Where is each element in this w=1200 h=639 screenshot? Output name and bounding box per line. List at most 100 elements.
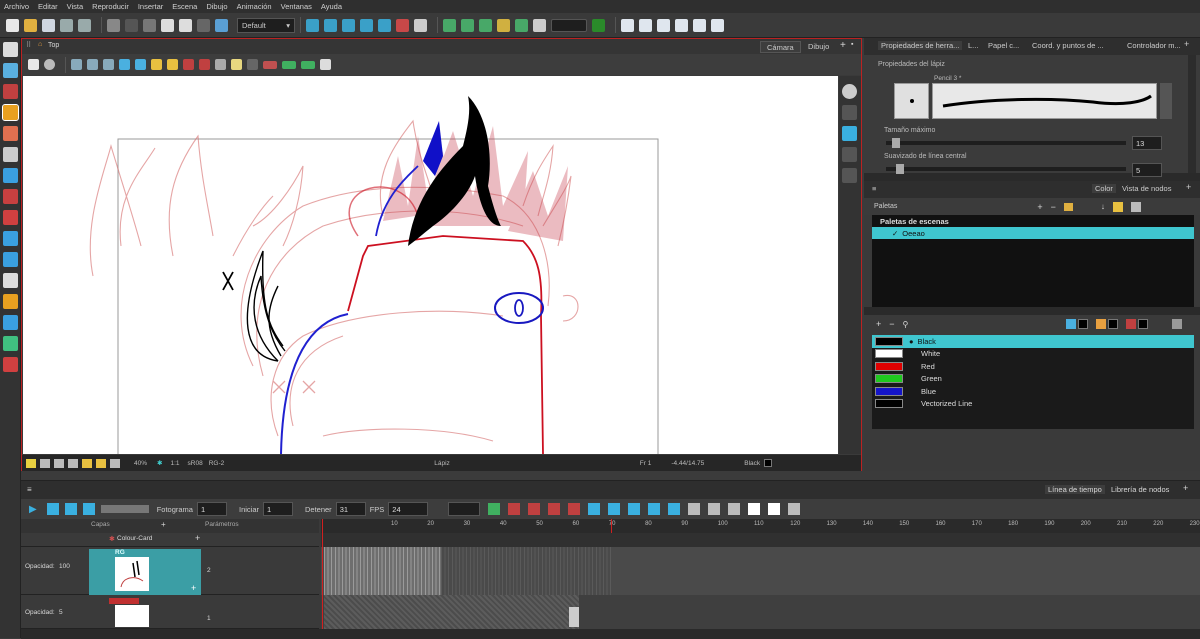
workspace-dropdown[interactable]: Default ▾ (237, 17, 295, 33)
brush-tip-preview[interactable] (894, 83, 929, 119)
deform-icon[interactable] (639, 18, 652, 32)
layer-stack-icon[interactable] (842, 168, 857, 183)
menu-ayuda[interactable]: Ayuda (321, 2, 342, 11)
line-style-dropdown[interactable] (448, 502, 481, 516)
add-icon[interactable]: + (195, 533, 200, 543)
select-tool-icon[interactable] (3, 42, 18, 57)
deform-icon[interactable] (693, 18, 706, 32)
text-tool-icon[interactable] (3, 147, 18, 162)
field-guide-icon[interactable] (103, 59, 114, 70)
palettes-label[interactable]: Paletas (874, 203, 897, 210)
pencil-tool-icon[interactable] (2, 104, 19, 121)
skew-icon[interactable] (360, 18, 373, 32)
eye-view-icon[interactable] (842, 84, 857, 99)
menu-archivo[interactable]: Archivo (4, 2, 29, 11)
held-frames[interactable] (324, 595, 579, 629)
frame-icon[interactable] (40, 458, 50, 468)
loop-icon[interactable] (46, 503, 59, 515)
unlock-icon[interactable] (167, 59, 178, 70)
tab-node-view[interactable]: Vista de nodos (1122, 184, 1171, 193)
ease-icon[interactable] (488, 503, 501, 515)
second-layer-track[interactable] (321, 595, 1200, 629)
menu-vista[interactable]: Vista (67, 2, 84, 11)
palette-options-icon[interactable] (1130, 201, 1141, 212)
undo-icon[interactable] (107, 18, 120, 32)
slider-handle[interactable] (892, 138, 900, 148)
remove-palette-icon[interactable]: − (1051, 202, 1056, 212)
paint-tool-icon[interactable] (3, 189, 18, 204)
opacity-value[interactable]: 5 (59, 609, 63, 616)
spline-offset-icon[interactable] (378, 18, 391, 32)
colour-card-track[interactable] (321, 533, 1200, 547)
tab-drawing[interactable]: Dibujo (802, 41, 835, 53)
eyedropper-icon[interactable] (1066, 319, 1077, 329)
zoom-level[interactable]: 40% (134, 460, 147, 467)
lock-icon[interactable] (82, 458, 92, 468)
ease-out-icon[interactable] (528, 503, 541, 515)
deform-icon[interactable] (711, 18, 724, 32)
tab-tool-properties[interactable]: Propiedades de herra... (878, 41, 963, 50)
stop-marker[interactable] (611, 519, 612, 533)
breadcrumb[interactable]: Top (48, 42, 59, 49)
new-scene-icon[interactable] (6, 18, 19, 32)
smoothing-slider[interactable] (886, 164, 1126, 174)
tab-camera[interactable]: Cámara (760, 41, 801, 53)
pencil-line-icon[interactable] (183, 59, 194, 70)
download-icon[interactable]: ↓ (1101, 202, 1105, 211)
render-icon[interactable] (592, 18, 605, 32)
link-icon[interactable] (1172, 319, 1183, 329)
add-keyframe-icon[interactable] (443, 18, 456, 32)
menu-reproducir[interactable]: Reproducir (92, 2, 129, 11)
zoom-field[interactable] (551, 18, 587, 32)
expand-icon[interactable] (688, 503, 701, 515)
stroke-tool-icon[interactable] (3, 336, 18, 351)
add-icon[interactable]: + (191, 583, 196, 593)
add-palette-icon[interactable]: + (1037, 202, 1042, 212)
safe-area-icon[interactable] (87, 59, 98, 70)
tab-paper[interactable]: Papel c... (988, 41, 1019, 50)
preset-arrow-icon[interactable] (1160, 83, 1172, 119)
keyframe-remove-icon[interactable] (648, 503, 661, 515)
scale-icon[interactable] (342, 18, 355, 32)
frame-field[interactable]: 1 (196, 502, 227, 516)
light-table-icon[interactable] (215, 59, 226, 70)
zoom-tool-icon[interactable] (3, 357, 18, 372)
palette-lock-icon[interactable] (1112, 201, 1123, 212)
home-icon[interactable]: ⌂ (38, 41, 42, 48)
layer-stack-icon[interactable] (842, 105, 857, 120)
frame-grid[interactable] (441, 547, 611, 595)
close-icon[interactable]: ▪ (851, 41, 853, 48)
hand-tool-icon[interactable] (3, 273, 18, 288)
tab-node-library[interactable]: Librería de nodos (1111, 485, 1169, 494)
merge-icon[interactable] (282, 60, 296, 69)
ease-both-icon[interactable] (548, 503, 561, 515)
send-back-icon[interactable] (135, 59, 146, 70)
layer-row[interactable]: Opacidad: 5 1 (21, 595, 319, 629)
keyframe-add-icon[interactable] (628, 503, 641, 515)
collapse-icon[interactable] (708, 503, 721, 515)
preferences-icon[interactable] (215, 18, 228, 32)
panel-menu-icon[interactable]: ≡ (872, 184, 876, 193)
fps-field[interactable]: 24 (388, 502, 429, 516)
dropper-tool-icon[interactable] (3, 231, 18, 246)
menu-ventanas[interactable]: Ventanas (281, 2, 312, 11)
rotate-icon[interactable] (324, 18, 337, 32)
save-icon[interactable] (42, 18, 55, 32)
menu-insertar[interactable]: Insertar (138, 2, 163, 11)
menu-animacion[interactable]: Animación (237, 2, 272, 11)
open-icon[interactable] (24, 18, 37, 32)
playhead[interactable] (322, 519, 323, 629)
bring-front-icon[interactable] (119, 59, 130, 70)
add-layer-icon[interactable]: + (161, 520, 166, 529)
onion-skin-icon[interactable] (231, 59, 242, 70)
flatten-icon[interactable] (263, 60, 277, 69)
playback-speed-slider[interactable] (100, 505, 149, 513)
paste-icon[interactable] (179, 18, 192, 32)
palette-item[interactable]: ✓ Oeeao (872, 227, 1194, 239)
menu-escena[interactable]: Escena (172, 2, 197, 11)
drawing-canvas[interactable] (23, 76, 838, 454)
ease-in-icon[interactable] (508, 503, 521, 515)
exposed-frames[interactable] (324, 547, 441, 595)
eraser-tool-icon[interactable] (3, 126, 18, 141)
panel-menu-icon[interactable]: ≡ (27, 485, 32, 494)
